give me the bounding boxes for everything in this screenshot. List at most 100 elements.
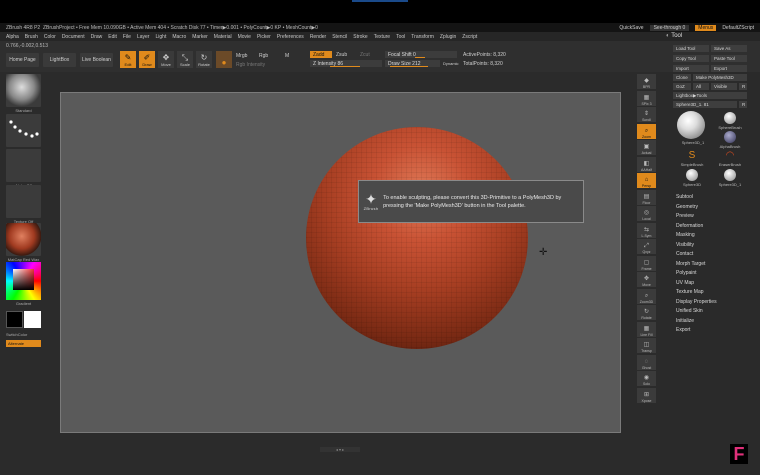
menu-texture[interactable]: Texture [374,34,390,40]
subpalette-deformation[interactable]: Deformation [676,223,703,229]
view-spix-button[interactable]: ▦ SPix 3 [637,90,656,106]
subpalette-subtool[interactable]: Subtool [676,194,693,200]
subpalette-visibility[interactable]: Visibility [676,242,694,248]
menu-stroke[interactable]: Stroke [353,34,367,40]
make-polymesh3d-button[interactable]: Make PolyMesh3D [693,74,747,81]
rgb-intensity-slider[interactable]: Rgb Intensity [236,62,265,68]
view-zoom-button[interactable]: ⌕ Zoom [637,123,656,139]
material-selector[interactable]: MatCap Red Wax [6,223,41,262]
home-page-button[interactable]: Home Page [6,53,39,67]
r2-button[interactable]: R [739,101,747,108]
zcut-toggle[interactable]: Zcut [360,52,370,58]
view-rotate-button[interactable]: ↻ Rotate [637,305,656,320]
menu-transform[interactable]: Transform [411,34,434,40]
zadd-toggle[interactable]: Zadd [310,51,332,58]
view-lsym-button[interactable]: ⇆ L.Sym [637,222,656,238]
view-actual-button[interactable]: ▣ Actual [637,140,656,155]
brush-selector[interactable]: Standard [6,74,41,113]
tool-thumb-alphabrush[interactable]: AlphaBrush [720,131,740,149]
view-persp-button[interactable]: ⌂ Persp [637,173,656,188]
lightbox-button[interactable]: LightBox [43,53,76,67]
menu-alpha[interactable]: Alpha [6,34,19,40]
tool-thumb-simplebrush[interactable]: S SimpleBrush [681,150,704,168]
menus-button[interactable]: Menus [695,24,717,31]
r-button[interactable]: R [739,83,747,90]
alpha-selector[interactable]: Alpha Off [6,149,41,188]
menu-light[interactable]: Light [155,34,166,40]
view-qxyz-button[interactable]: ⤢ Qxyz [637,239,656,254]
menu-marker[interactable]: Marker [192,34,208,40]
alternate-button[interactable]: Alternate [6,340,41,347]
view-xpose-button[interactable]: ⊞ Xpose [637,387,656,403]
primary-color-swatch[interactable] [6,311,23,328]
view-floor-button[interactable]: ▤ Floor [637,189,656,205]
color-swatches[interactable] [6,311,41,328]
menu-file[interactable]: File [123,34,131,40]
subpalette-contact[interactable]: Contact [676,251,693,257]
view-move-button[interactable]: ✥ Move [637,272,656,287]
menu-color[interactable]: Color [44,34,56,40]
tool-thumb-spherebrush[interactable]: SphereBrush [718,112,742,130]
menu-stencil[interactable]: Stencil [332,34,347,40]
view-frame-button[interactable]: ▢ Frame [637,255,656,271]
dynamic-toggle[interactable]: Dynamic [443,61,459,66]
paste-tool-button[interactable]: Paste Tool [711,55,747,62]
view-zoom3d-button[interactable]: ⌕ Zoom3D [637,288,656,304]
menu-material[interactable]: Material [214,34,232,40]
menu-render[interactable]: Render [310,34,326,40]
color-picker[interactable]: Gradient [6,262,41,306]
export-button[interactable]: Export [711,65,747,72]
mrgb-toggle[interactable]: Mrgb [236,53,247,59]
secondary-color-swatch[interactable] [24,311,41,328]
subpalette-geometry[interactable]: Geometry [676,204,698,210]
copy-tool-button[interactable]: Copy Tool [673,55,709,62]
subpalette-unified-skin[interactable]: Unified Skin [676,308,703,314]
menu-edit[interactable]: Edit [108,34,117,40]
menu-draw[interactable]: Draw [91,34,103,40]
texture-selector[interactable]: Texture Off [6,185,41,224]
quicksave-button[interactable]: QuickSave [619,25,643,31]
menu-zplugin[interactable]: Zplugin [440,34,456,40]
view-scroll-button[interactable]: ⇕ Scroll [637,107,656,122]
all-button[interactable]: All [693,83,709,90]
edit-button[interactable]: ✎ Edit [120,51,136,68]
move-button[interactable]: ✥ Move [158,51,174,68]
menu-tool[interactable]: Tool [396,34,405,40]
save-as-button[interactable]: Save As [711,45,747,52]
view-aahalf-button[interactable]: ◧ AAHalf [637,156,656,172]
zsub-toggle[interactable]: Zsub [336,52,347,58]
default-zscript-button[interactable]: DefaultZScript [722,25,754,31]
tool-thumb-sphere3d[interactable]: Sphere3D [682,169,702,187]
menu-picker[interactable]: Picker [257,34,271,40]
draw-button[interactable]: ✐ Draw [139,51,155,68]
view-bpr-button[interactable]: ◆ BPR [637,74,656,89]
subpalette-polypaint[interactable]: Polypaint [676,270,697,276]
subpalette-morph-target[interactable]: Morph Target [676,261,705,267]
menu-macro[interactable]: Macro [172,34,186,40]
m-toggle[interactable]: M [285,53,289,59]
load-tool-button[interactable]: Load Tool [673,45,709,52]
rotate-button[interactable]: ↻ Rotate [196,51,212,68]
menu-brush[interactable]: Brush [25,34,38,40]
see-through-slider[interactable]: See-through 0 [649,24,690,31]
subpalette-masking[interactable]: Masking [676,232,695,238]
tool-thumb-sphere3d-1-small[interactable]: Sphere3D_1 [719,169,741,187]
bottom-scroll-handle[interactable]: ◂ ▾ ▸ [320,447,360,452]
subpalette-display-properties[interactable]: Display Properties [676,299,717,305]
view-transp-button[interactable]: ◫ Transp [637,338,656,353]
menu-document[interactable]: Document [62,34,85,40]
view-ghost-button[interactable]: ◌ Ghost [637,354,656,370]
subpalette-preview[interactable]: Preview [676,213,694,219]
subpalette-initialize[interactable]: Initialize [676,318,694,324]
sphere-3d-model[interactable] [306,127,528,349]
material-swatch-button[interactable]: ● [216,51,232,68]
import-button[interactable]: Import [673,65,709,72]
stroke-selector[interactable]: Dots [6,114,41,153]
rgb-toggle[interactable]: Rgb [259,53,268,59]
subpalette-export[interactable]: Export [676,327,690,333]
view-line-fill-button[interactable]: ▦ Line Fill [637,321,656,337]
subpalette-texture-map[interactable]: Texture Map [676,289,704,295]
menu-movie[interactable]: Movie [238,34,251,40]
scale-button[interactable]: ⤡ Scale [177,51,193,68]
menu-layer[interactable]: Layer [137,34,150,40]
